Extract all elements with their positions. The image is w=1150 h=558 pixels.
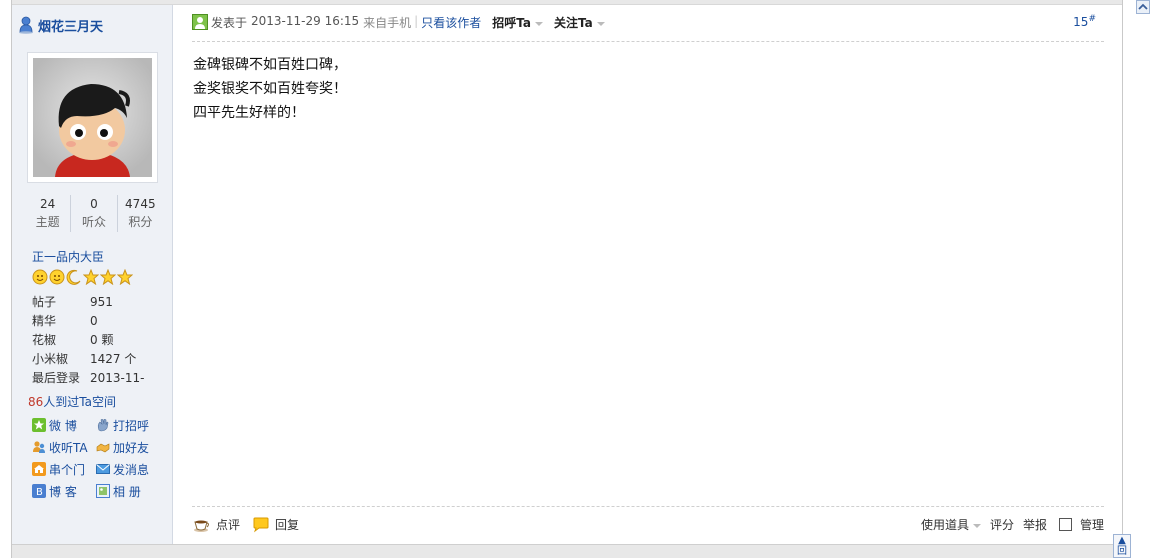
visit-link[interactable]: 串个门 (32, 461, 96, 477)
post-time: 2013-11-29 16:15 (251, 14, 360, 28)
bottom-strip (12, 544, 1122, 558)
info-row-chili: 小米椒 1427 个 (32, 352, 137, 366)
svg-text:B: B (36, 487, 43, 498)
user-rank[interactable]: 正一品内大臣 (32, 248, 104, 265)
weibo-link[interactable]: 微 博 (32, 417, 96, 433)
blog-link[interactable]: B 博 客 (32, 483, 96, 499)
chevron-down-icon (596, 21, 605, 26)
vertical-scrollbar[interactable] (1135, 0, 1150, 558)
comment-button[interactable]: 点评 (193, 516, 240, 533)
avatar-image (33, 58, 152, 177)
photo-album-icon (96, 484, 110, 498)
home-icon (32, 462, 46, 476)
author-sidebar: 烟花三月天 24 主题 0 听众 4745 积分 正一品内大臣 帖子 951 精… (12, 5, 173, 544)
info-row-last-login: 最后登录 2013-11- (32, 371, 145, 385)
header-separator: | (414, 14, 419, 28)
stat-topics[interactable]: 24 主题 (25, 195, 72, 232)
floor-number[interactable]: 15# (1073, 14, 1096, 29)
speech-bubble-icon (253, 517, 269, 532)
post-footer-right: 使用道具 评分 举报 管理 (912, 516, 1104, 533)
chevron-down-icon (534, 21, 543, 26)
author-name[interactable]: 烟花三月天 (38, 16, 103, 35)
use-tools-dropdown[interactable]: 使用道具 (921, 516, 981, 533)
moon-icon (66, 269, 81, 285)
follow-dropdown[interactable]: 关注Ta (554, 14, 605, 31)
envelope-icon (96, 464, 110, 474)
space-visitors-link[interactable]: 86人到过Ta空间 (28, 393, 116, 410)
post-footer-left: 点评 回复 (193, 516, 311, 533)
blog-icon: B (32, 484, 46, 498)
sun-icon (32, 269, 48, 285)
album-link[interactable]: 相 册 (96, 483, 160, 499)
user-stats: 24 主题 0 听众 4745 积分 (25, 195, 163, 232)
post-line: 金碑银碑不如百姓口碑， (193, 57, 347, 73)
scroll-up-button[interactable] (1136, 0, 1150, 14)
page-frame: 烟花三月天 24 主题 0 听众 4745 积分 正一品内大臣 帖子 951 精… (11, 0, 1123, 558)
from-mobile: 来自手机 (363, 16, 412, 30)
handshake-icon (96, 443, 110, 453)
weibo-icon (32, 418, 46, 432)
greet-dropdown[interactable]: 招呼Ta (492, 14, 543, 31)
chevron-down-icon (972, 523, 981, 528)
post-line: 金奖银奖不如百姓夸奖！ (193, 81, 347, 97)
follow-link[interactable]: 收听TA (32, 439, 96, 455)
avatar[interactable] (27, 52, 158, 183)
info-row-posts: 帖子 951 (32, 295, 113, 309)
info-row-pepper: 花椒 0 颗 (32, 333, 114, 347)
star-icon (100, 269, 116, 285)
add-friend-link[interactable]: 加好友 (96, 439, 160, 455)
post-content: 金碑银碑不如百姓口碑， 金奖银奖不如百姓夸奖！ 四平先生好样的！ (193, 53, 347, 125)
post-footer: 点评 回复 使用道具 评分 举报 管理 (192, 506, 1104, 538)
post-header: 发表于 2013-11-29 16:15 来自手机 | 只看该作者 招呼Ta 关… (192, 14, 1104, 42)
user-online-icon (19, 16, 33, 34)
arrow-up-icon: ▲ (1118, 535, 1126, 546)
sun-icon (49, 269, 65, 285)
back-to-top-button[interactable]: ▲ 回 (1113, 534, 1131, 558)
manage-label: 管理 (1079, 518, 1104, 532)
report-link[interactable]: 举报 (1023, 516, 1047, 533)
author-header: 烟花三月天 (18, 15, 103, 35)
post-author-icon (192, 14, 208, 30)
star-icon (117, 269, 133, 285)
manage-checkbox[interactable] (1058, 518, 1072, 531)
wave-hand-icon (97, 419, 109, 432)
chevron-up-icon (1138, 3, 1148, 10)
reply-button[interactable]: 回复 (252, 516, 299, 533)
info-row-digest: 精华 0 (32, 314, 98, 328)
stat-listeners[interactable]: 0 听众 (71, 195, 118, 232)
users-icon (33, 441, 45, 453)
post-line: 四平先生好样的！ (193, 105, 305, 121)
user-actions: 微 博 打招呼 收听TA 加好友 串个门 发消息 B 博 客 相 册 (32, 417, 162, 499)
user-info-list: 帖子 951 精华 0 花椒 0 颗 小米椒 1427 个 最后登录 2013-11- (32, 293, 144, 388)
post-main: 发表于 2013-11-29 16:15 来自手机 | 只看该作者 招呼Ta 关… (174, 5, 1122, 544)
send-message-link[interactable]: 发消息 (96, 461, 160, 477)
posted-label: 发表于 (211, 16, 248, 30)
only-author-link[interactable]: 只看该作者 (421, 14, 481, 31)
stat-points[interactable]: 4745 积分 (118, 195, 163, 232)
star-icon (83, 269, 99, 285)
rate-link[interactable]: 评分 (990, 516, 1014, 533)
level-stars (32, 269, 133, 285)
coffee-cup-icon (194, 520, 209, 532)
greet-link[interactable]: 打招呼 (96, 417, 160, 433)
